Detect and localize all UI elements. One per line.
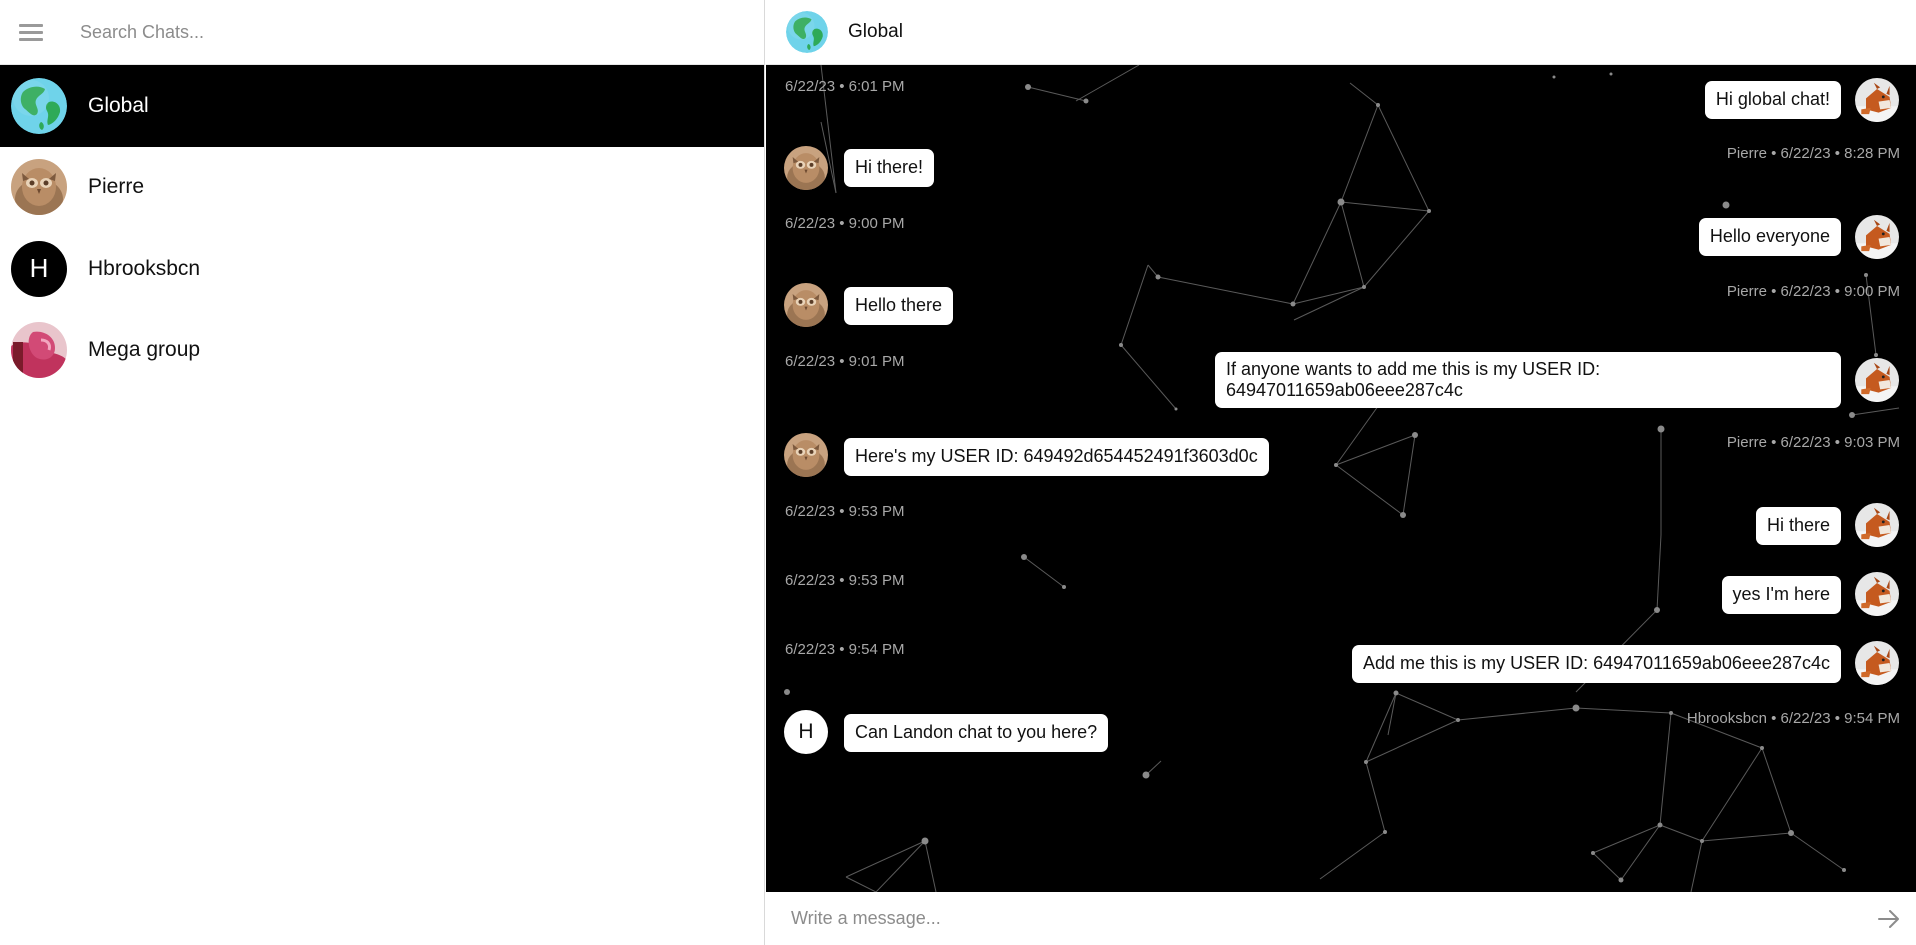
chat-list-item-name: Pierre <box>88 175 145 199</box>
message-bubble: If anyone wants to add me this is my USE… <box>1215 352 1841 408</box>
message-composer <box>766 892 1916 945</box>
message-bubble: Hi there <box>1755 507 1841 545</box>
chat-list-item-name: Global <box>88 93 149 117</box>
chat-list-sidebar: Global Pierre H Hbrooksbcn Mega group <box>0 0 765 945</box>
message-bubble: Hi global chat! <box>1704 81 1841 119</box>
avatar <box>784 433 828 477</box>
avatar <box>1855 572 1899 616</box>
chat-list-item-mega-group[interactable]: Mega group <box>0 309 764 391</box>
arrow-right-icon[interactable] <box>1876 906 1902 932</box>
avatar <box>11 159 67 215</box>
avatar <box>1855 503 1899 547</box>
chat-list-item-name: Mega group <box>88 338 201 362</box>
chat-list-item-pierre[interactable]: Pierre <box>0 146 764 228</box>
chat-list-item-global[interactable]: Global <box>0 65 764 147</box>
avatar <box>1855 78 1899 122</box>
globe-icon <box>11 78 67 134</box>
message-timestamp: Pierre • 6/22/23 • 9:03 PM <box>1726 434 1900 451</box>
message-timestamp: 6/22/23 • 6:01 PM <box>785 78 905 95</box>
network-background <box>784 65 1900 892</box>
avatar <box>784 146 828 190</box>
message-timestamp: Hbrooksbcn • 6/22/23 • 9:54 PM <box>1686 710 1900 727</box>
message-bubble: Hello everyone <box>1698 218 1841 256</box>
avatar <box>784 283 828 327</box>
chat-list-item-name: Hbrooksbcn <box>88 256 201 280</box>
message-bubble: Hi there! <box>844 149 935 187</box>
globe-icon <box>786 11 828 53</box>
search-chats-input[interactable] <box>80 21 720 43</box>
message-input[interactable] <box>791 908 1851 929</box>
avatar <box>1855 215 1899 259</box>
message-bubble: Add me this is my USER ID: 64947011659ab… <box>1352 645 1841 683</box>
message-bubble: Here's my USER ID: 649492d654452491f3603… <box>844 438 1269 476</box>
message-timestamp: 6/22/23 • 9:53 PM <box>785 503 905 520</box>
sidebar-header <box>0 0 764 65</box>
message-timestamp: 6/22/23 • 9:54 PM <box>785 641 905 658</box>
avatar <box>11 322 67 378</box>
message-bubble: yes I'm here <box>1721 576 1841 614</box>
avatar: H <box>11 240 67 297</box>
message-timestamp: 6/22/23 • 9:01 PM <box>785 353 905 370</box>
message-timestamp: 6/22/23 • 9:53 PM <box>785 572 905 589</box>
avatar: H <box>784 710 828 754</box>
chat-list-item-hbrooksbcn[interactable]: H Hbrooksbcn <box>0 228 764 310</box>
message-timestamp: 6/22/23 • 9:00 PM <box>785 215 905 232</box>
message-bubble: Hello there <box>844 287 954 325</box>
message-timestamp: Pierre • 6/22/23 • 9:00 PM <box>1726 283 1900 300</box>
message-timestamp: Pierre • 6/22/23 • 8:28 PM <box>1726 145 1900 162</box>
message-list[interactable]: 6/22/23 • 6:01 PM Hi global chat! Pierre… <box>766 65 1916 892</box>
avatar <box>1855 641 1899 685</box>
hamburger-menu-icon[interactable] <box>0 0 62 65</box>
chat-title: Global <box>848 21 903 42</box>
chat-header: Global <box>766 0 1916 65</box>
message-bubble: Can Landon chat to you here? <box>844 714 1109 752</box>
avatar <box>1855 358 1899 402</box>
